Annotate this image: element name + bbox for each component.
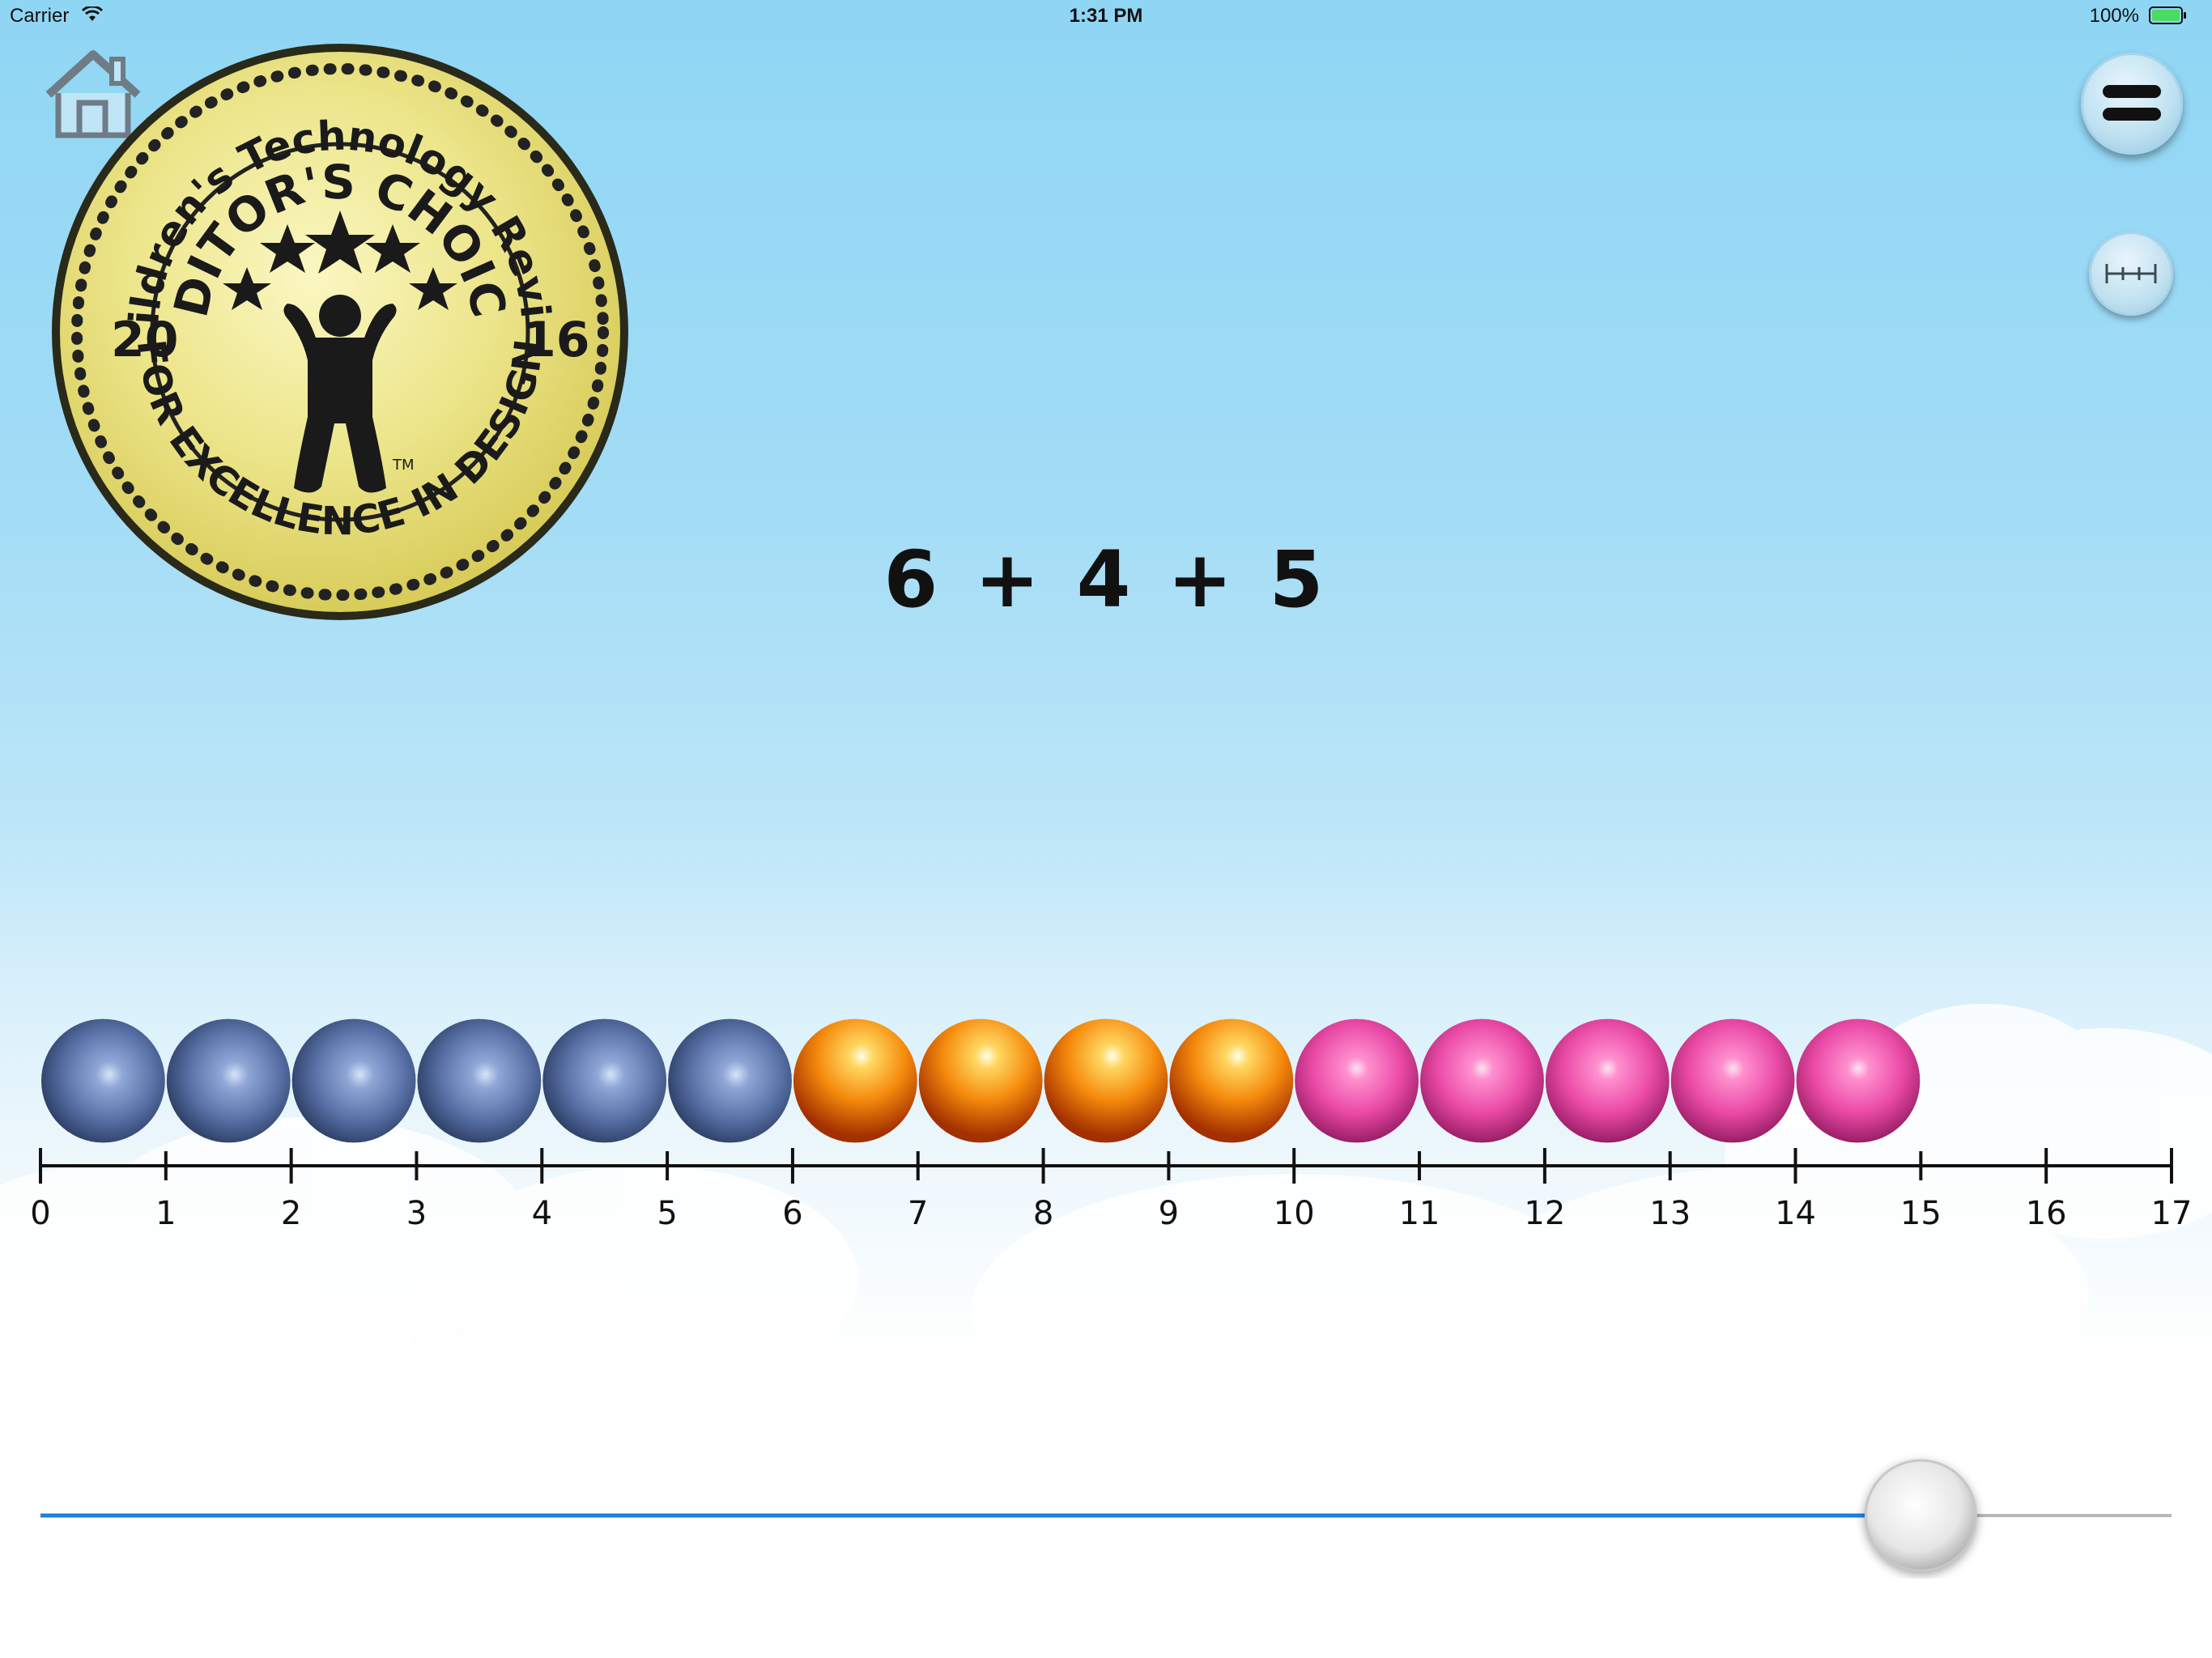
bead-orange — [1169, 1018, 1294, 1143]
number-line-toggle-button[interactable] — [2089, 232, 2173, 316]
bead-blue — [542, 1018, 667, 1143]
tick-label-14: 14 — [1775, 1195, 1816, 1232]
tick-label-8: 8 — [1033, 1195, 1053, 1232]
slider-knob — [1864, 1459, 1977, 1572]
bead-blue — [166, 1018, 291, 1143]
tick-label-2: 2 — [281, 1195, 301, 1232]
tick-label-17: 17 — [2151, 1195, 2193, 1232]
tick-label-12: 12 — [1524, 1195, 1565, 1232]
tick-label-7: 7 — [908, 1195, 928, 1232]
bead-blue — [668, 1018, 792, 1143]
bead-orange — [918, 1018, 1043, 1143]
tick-label-9: 9 — [1159, 1195, 1179, 1232]
tick-label-11: 11 — [1399, 1195, 1440, 1232]
svg-text:16: 16 — [522, 312, 590, 368]
bead-orange — [793, 1018, 917, 1143]
tick-label-0: 0 — [30, 1195, 50, 1232]
bead-pink — [1670, 1018, 1795, 1143]
tick-label-6: 6 — [782, 1195, 802, 1232]
equation-text: 6 + 4 + 5 — [883, 534, 1329, 625]
bead-blue — [291, 1018, 416, 1143]
tick-label-15: 15 — [1900, 1195, 1942, 1232]
tick-label-16: 16 — [2026, 1195, 2067, 1232]
svg-text:TM: TM — [392, 457, 415, 474]
bead-blue — [417, 1018, 542, 1143]
battery-percent: 100% — [2089, 5, 2139, 27]
battery-icon — [2149, 6, 2186, 24]
bead-row — [41, 1018, 1921, 1143]
svg-text:20: 20 — [111, 312, 179, 368]
ruler-icon — [2105, 264, 2157, 283]
status-bar: Carrier 1:31 PM 100% — [0, 0, 2212, 32]
tick-label-4: 4 — [532, 1195, 552, 1232]
tick-label-13: 13 — [1649, 1195, 1691, 1232]
tick-label-10: 10 — [1274, 1195, 1315, 1232]
tick-label-5: 5 — [657, 1195, 677, 1232]
clock: 1:31 PM — [1069, 5, 1143, 27]
bead-pink — [1545, 1018, 1670, 1143]
bead-pink — [1295, 1018, 1419, 1143]
count-slider[interactable] — [0, 1449, 2212, 1579]
tick-label-3: 3 — [406, 1195, 427, 1232]
bead-orange — [1044, 1018, 1168, 1143]
bead-pink — [1420, 1018, 1544, 1143]
bead-pink — [1796, 1018, 1921, 1143]
menu-button[interactable] — [2081, 53, 2183, 155]
number-line: 0 1 2 3 4 5 6 7 8 9 10 11 12 13 14 15 16 17 — [30, 1148, 2193, 1232]
bead-blue — [41, 1018, 165, 1143]
tick-label-1: 1 — [155, 1195, 176, 1232]
